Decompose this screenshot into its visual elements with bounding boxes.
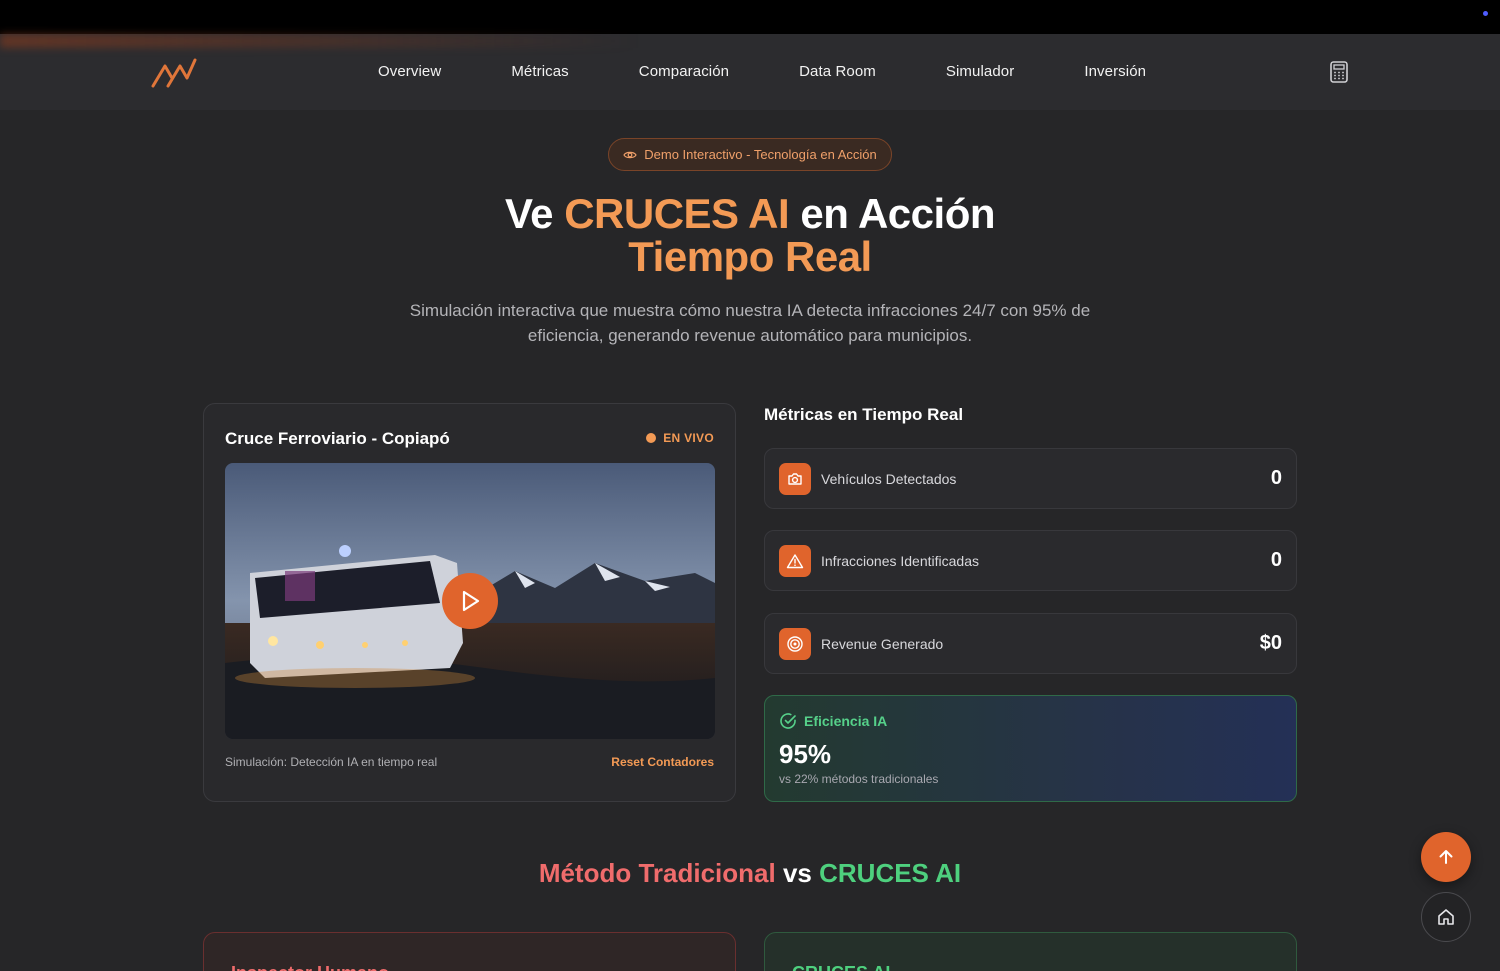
- efficiency-card: Eficiencia IA 95% vs 22% métodos tradici…: [764, 695, 1297, 802]
- nav-glow: [0, 34, 640, 48]
- camera-icon: [779, 463, 811, 495]
- metric-infractions: Infracciones Identificadas 0: [764, 530, 1297, 591]
- calculator-icon[interactable]: [1329, 61, 1349, 83]
- metric-value: 0: [1270, 549, 1282, 571]
- comparison-left: Método Tradicional: [538, 858, 776, 888]
- live-dot-icon: [646, 433, 657, 443]
- metric-value: 0: [1270, 467, 1282, 489]
- check-circle-icon: [780, 713, 796, 729]
- metric-value: $0: [1259, 632, 1282, 654]
- nav-inversion[interactable]: Inversión: [1084, 63, 1146, 80]
- efficiency-value: 95%: [779, 739, 832, 769]
- comparison-vs: vs: [775, 858, 820, 888]
- eye-icon: [623, 151, 637, 158]
- nav-metricas[interactable]: Métricas: [511, 63, 568, 80]
- home-icon: [1438, 909, 1454, 925]
- metric-label: Infracciones Identificadas: [821, 553, 979, 569]
- top-nav: Overview Métricas Comparación Data Room …: [0, 34, 1500, 110]
- play-icon: [462, 590, 480, 612]
- efficiency-subtitle: vs 22% métodos tradicionales: [779, 772, 939, 786]
- nav-links: Overview Métricas Comparación Data Room …: [378, 63, 1216, 80]
- nav-data-room[interactable]: Data Room: [799, 63, 876, 80]
- comparison-right: CRUCES AI: [819, 858, 962, 888]
- demo-badge-label: Demo Interactivo - Tecnología en Acción: [644, 147, 877, 162]
- nav-simulador[interactable]: Simulador: [946, 63, 1014, 80]
- video-card: Cruce Ferroviario - Copiapó EN VIVO Simu…: [203, 403, 736, 802]
- warning-icon: [779, 545, 811, 577]
- hero-title-brand: CRUCES AI: [564, 190, 790, 237]
- metrics-title: Métricas en Tiempo Real: [764, 405, 964, 424]
- video-player[interactable]: [225, 463, 715, 739]
- hero-title-post: en Acción: [789, 190, 996, 237]
- cruces-card: CRUCES AI: [764, 932, 1297, 971]
- system-top-bar: [0, 0, 1500, 34]
- brand-logo-icon[interactable]: [150, 56, 198, 90]
- traditional-card-title: Inspector Humano: [231, 963, 389, 971]
- metric-revenue: Revenue Generado $0: [764, 613, 1297, 674]
- live-label: EN VIVO: [663, 431, 714, 445]
- metric-label: Vehículos Detectados: [821, 471, 957, 487]
- cruces-card-title: CRUCES AI: [792, 963, 890, 971]
- metric-vehicles: Vehículos Detectados 0: [764, 448, 1297, 509]
- hero-title-line2: Tiempo Real: [628, 233, 872, 280]
- demo-badge: Demo Interactivo - Tecnología en Acción: [608, 138, 892, 171]
- hero-title: Ve CRUCES AI en Acción Tiempo Real: [350, 192, 1150, 278]
- simulation-caption: Simulación: Detección IA en tiempo real: [225, 755, 438, 769]
- play-button[interactable]: [442, 573, 498, 629]
- live-indicator: EN VIVO: [646, 431, 714, 445]
- nav-overview[interactable]: Overview: [378, 63, 441, 80]
- target-icon: [779, 628, 811, 660]
- reset-counters-button[interactable]: Reset Contadores: [611, 755, 714, 769]
- hero-subtitle: Simulación interactiva que muestra cómo …: [409, 301, 1091, 345]
- status-dot: [1483, 11, 1488, 16]
- comparison-title: Método Tradicional vs CRUCES AI: [350, 858, 1150, 889]
- traditional-card: Inspector Humano: [203, 932, 736, 971]
- video-card-title: Cruce Ferroviario - Copiapó: [225, 429, 450, 448]
- arrow-up-icon: [1439, 850, 1453, 864]
- hero-title-pre: Ve: [504, 190, 565, 237]
- scroll-top-button[interactable]: [1421, 832, 1471, 882]
- efficiency-title: Eficiencia IA: [804, 713, 888, 729]
- home-button[interactable]: [1421, 892, 1471, 942]
- nav-comparacion[interactable]: Comparación: [639, 63, 729, 80]
- metric-label: Revenue Generado: [821, 636, 944, 652]
